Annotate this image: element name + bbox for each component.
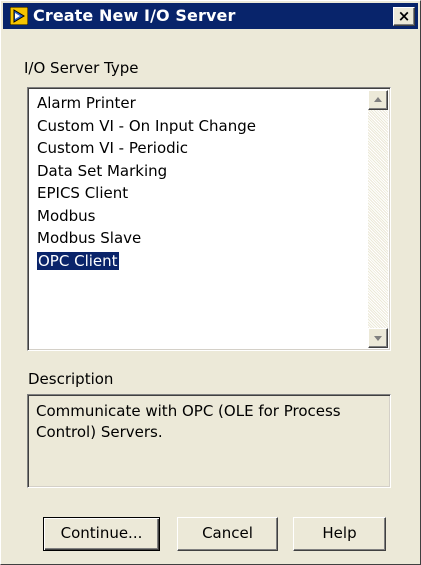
list-item-label: Modbus [37,206,96,225]
list-item[interactable]: Custom VI - Periodic [35,137,368,160]
list-item-label: Data Set Marking [37,161,168,180]
window-title: Create New I/O Server [33,6,236,25]
list-item[interactable]: OPC Client [35,250,368,273]
description-text: Communicate with OPC (OLE for Process Co… [36,402,341,441]
title-bar[interactable]: Create New I/O Server × [3,3,418,29]
list-item-label: Modbus Slave [37,229,142,247]
list-item[interactable]: Data Set Marking [35,160,368,183]
description-box: Communicate with OPC (OLE for Process Co… [27,394,391,488]
help-button[interactable]: Help [293,517,386,551]
list-item-label: OPC Client [36,250,120,271]
cancel-button[interactable]: Cancel [177,517,278,551]
scroll-up-button[interactable] [368,90,388,110]
chevron-down-icon [374,336,382,341]
close-button[interactable]: × [393,7,415,26]
list-item[interactable]: Modbus [35,205,368,228]
scroll-down-button[interactable] [368,328,388,348]
labview-icon [10,7,28,25]
list-item-label: Alarm Printer [37,94,136,112]
continue-button[interactable]: Continue... [43,517,160,551]
description-label: Description [28,370,114,388]
vertical-scrollbar[interactable] [368,90,388,348]
server-type-label: I/O Server Type [24,59,139,77]
dialog-window: Create New I/O Server × I/O Server Type … [0,0,421,565]
close-icon: × [397,7,411,25]
list-item[interactable]: EPICS Client [35,182,368,205]
server-type-items: Alarm Printer Custom VI - On Input Change… [35,92,368,272]
server-type-list[interactable]: Alarm Printer Custom VI - On Input Change… [27,87,391,351]
list-item[interactable]: Alarm Printer [35,92,368,115]
list-item-label: Custom VI - On Input Change [37,116,256,135]
list-item[interactable]: Custom VI - On Input Change [35,115,368,138]
chevron-up-icon [374,97,382,102]
list-item[interactable]: Modbus Slave [35,227,368,250]
list-item-label: Custom VI - Periodic [37,139,189,157]
list-item-label: EPICS Client [37,184,129,202]
